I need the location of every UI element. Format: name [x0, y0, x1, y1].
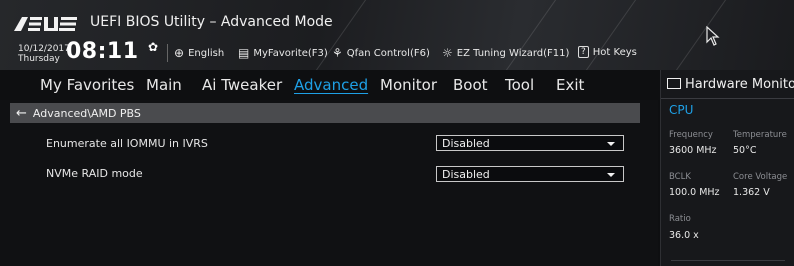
- qfan-label: Qfan Control(F6): [346, 47, 430, 59]
- tab-boot[interactable]: Boot: [453, 76, 488, 94]
- setting-label-nvme-raid: NVMe RAID mode: [46, 167, 143, 180]
- core-voltage-value: 1.362 V: [733, 187, 770, 198]
- divider: [167, 44, 168, 62]
- qfan-control-button[interactable]: ⚘ Qfan Control(F6): [332, 46, 430, 60]
- date: 10/12/2017: [18, 44, 70, 54]
- decor-streak: [559, 0, 642, 70]
- fan-icon: ⚘: [332, 46, 343, 60]
- myfavorite-button[interactable]: ▤ MyFavorite(F3): [238, 46, 328, 60]
- tab-advanced[interactable]: Advanced: [294, 76, 368, 94]
- tab-main[interactable]: Main: [146, 76, 182, 94]
- lightbulb-icon: ☼: [442, 46, 453, 60]
- language-label: English: [188, 47, 225, 59]
- tab-my-favorites[interactable]: My Favorites: [40, 76, 134, 94]
- title-bar: UEFI BIOS Utility – Advanced Mode 10/12/…: [0, 0, 794, 70]
- chevron-down-icon: [607, 173, 615, 177]
- frequency-value: 3600 MHz: [669, 145, 717, 156]
- temperature-value: 50°C: [733, 145, 757, 156]
- ez-tuning-button[interactable]: ☼ EZ Tuning Wizard(F11): [442, 46, 569, 60]
- date-display: 10/12/2017 Thursday: [18, 44, 70, 64]
- hardware-monitor-title: Hardware Monitor: [667, 77, 794, 92]
- hot-keys-button[interactable]: ? Hot Keys: [578, 46, 637, 58]
- tab-ai-tweaker[interactable]: Ai Tweaker: [202, 76, 282, 94]
- question-key-icon: ?: [578, 46, 589, 58]
- weekday: Thursday: [18, 54, 60, 64]
- bclk-label: BCLK: [669, 172, 691, 182]
- hot-keys-label: Hot Keys: [592, 46, 637, 58]
- core-voltage-label: Core Voltage: [733, 172, 788, 182]
- main-nav: My Favorites Main Ai Tweaker Advanced Mo…: [0, 70, 660, 100]
- language-button[interactable]: ⊕ English: [174, 46, 224, 60]
- myfavorite-label: MyFavorite(F3): [253, 47, 328, 59]
- iommu-select[interactable]: Disabled: [436, 135, 624, 151]
- bclk-value: 100.0 MHz: [669, 187, 720, 198]
- asus-logo: [14, 17, 77, 31]
- clock: 08:11: [66, 39, 139, 64]
- divider: [671, 260, 785, 261]
- globe-icon: ⊕: [174, 46, 185, 60]
- gear-icon[interactable]: ✿: [148, 40, 158, 54]
- iommu-select-value: Disabled: [442, 137, 490, 150]
- cpu-section-title: CPU: [669, 103, 694, 117]
- breadcrumb[interactable]: ← Advanced\AMD PBS: [10, 103, 640, 123]
- back-arrow-icon[interactable]: ←: [16, 106, 27, 121]
- nvme-raid-select-value: Disabled: [442, 168, 490, 181]
- ratio-label: Ratio: [669, 214, 691, 224]
- tab-tool[interactable]: Tool: [505, 76, 534, 94]
- settings-panel: ← Advanced\AMD PBS Enumerate all IOMMU i…: [0, 100, 658, 266]
- hardware-monitor-label: Hardware Monitor: [685, 77, 794, 92]
- tab-monitor[interactable]: Monitor: [380, 76, 437, 94]
- window-title: UEFI BIOS Utility – Advanced Mode: [90, 14, 333, 30]
- ez-tuning-label: EZ Tuning Wizard(F11): [456, 47, 570, 59]
- breadcrumb-path: Advanced\AMD PBS: [32, 106, 141, 120]
- monitor-icon: [667, 78, 681, 89]
- chevron-down-icon: [607, 142, 615, 146]
- setting-label-iommu: Enumerate all IOMMU in IVRS: [46, 137, 208, 150]
- divider: [661, 98, 794, 99]
- nvme-raid-select[interactable]: Disabled: [436, 166, 624, 182]
- ratio-value: 36.0 x: [669, 230, 699, 241]
- frequency-label: Frequency: [669, 130, 713, 140]
- favorite-list-icon: ▤: [238, 46, 250, 60]
- hardware-monitor-panel: Hardware Monitor CPU Frequency Temperatu…: [660, 70, 794, 266]
- temperature-label: Temperature: [733, 130, 787, 140]
- mouse-cursor-icon: [706, 26, 720, 46]
- tab-exit[interactable]: Exit: [556, 76, 584, 94]
